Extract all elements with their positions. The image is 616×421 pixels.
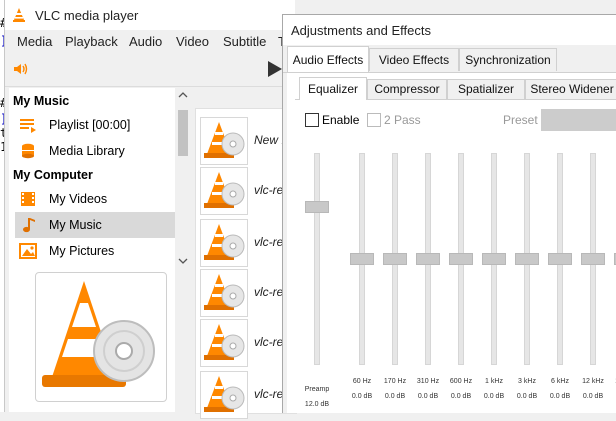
- band-slider-thumb[interactable]: [482, 253, 506, 265]
- tab-spatializer[interactable]: Spatializer: [447, 79, 525, 99]
- preamp-slider-track[interactable]: [314, 153, 320, 365]
- menu-audio[interactable]: Audio: [129, 34, 162, 49]
- sidebar-item-my-music[interactable]: My Music: [15, 212, 175, 238]
- band-slider-thumb[interactable]: [581, 253, 605, 265]
- audio-effects-panel: Equalizer Compressor Spatializer Stereo …: [287, 73, 616, 413]
- media-thumbnail[interactable]: [200, 219, 248, 267]
- band-gain-value: 0.0 dB: [483, 393, 505, 400]
- vlc-cone-thumbnail-icon: [204, 274, 245, 310]
- band-slider-thumb[interactable]: [548, 253, 572, 265]
- vlc-title-bar[interactable]: VLC media player: [5, 0, 295, 30]
- band-slider-thumb[interactable]: [383, 253, 407, 265]
- band-frequency-label: 600 Hz: [449, 378, 473, 385]
- preamp-value: 12.0 dB: [304, 401, 330, 408]
- vlc-cone-thumbnail-icon: [204, 224, 245, 260]
- band-frequency-label: 170 Hz: [383, 378, 407, 385]
- dialog-title: Adjustments and Effects: [291, 23, 431, 38]
- playlist-icon: [20, 119, 36, 133]
- sidebar-item-label: My Videos: [49, 192, 108, 206]
- toolbar-divider: [5, 86, 295, 87]
- band-frequency-label: 60 Hz: [352, 378, 372, 385]
- band-slider-thumb[interactable]: [515, 253, 539, 265]
- enable-label: Enable: [322, 113, 360, 127]
- chevron-down-icon[interactable]: [178, 258, 188, 264]
- sidebar-item-label: Media Library: [49, 144, 125, 158]
- tab-audio-effects[interactable]: Audio Effects: [287, 46, 369, 72]
- media-thumbnail[interactable]: [200, 319, 248, 367]
- band-slider-thumb[interactable]: [449, 253, 473, 265]
- vlc-cone-thumbnail-icon: [204, 376, 245, 412]
- sidebar-item-my-pictures[interactable]: My Pictures: [15, 238, 175, 264]
- vlc-cone-thumbnail-icon: [204, 122, 245, 158]
- preamp-slider-thumb[interactable]: [305, 200, 329, 213]
- preamp-label: Preamp: [304, 386, 330, 393]
- band-gain-value: 0.0 dB: [450, 393, 472, 400]
- scrollbar-thumb[interactable]: [178, 110, 188, 156]
- media-thumbnail[interactable]: [200, 167, 248, 215]
- dialog-title-bar[interactable]: Adjustments and Effects: [283, 15, 616, 45]
- sidebar-heading-my-computer: My Computer: [13, 168, 93, 182]
- band-gain-value: 0.0 dB: [608, 393, 616, 400]
- band-frequency-label: 14 kHz: [608, 378, 616, 385]
- vlc-menu-bar: Media Playback Audio Video Subtitle T: [5, 30, 295, 52]
- play-icon[interactable]: [267, 60, 283, 78]
- tab-video-effects[interactable]: Video Effects: [369, 48, 459, 71]
- tab-synchronization[interactable]: Synchronization: [459, 48, 557, 71]
- preset-label: Preset: [503, 113, 538, 127]
- sidebar-heading-my-music: My Music: [13, 94, 70, 108]
- vlc-toolbar: [5, 52, 295, 86]
- two-pass-label: 2 Pass: [384, 113, 421, 127]
- film-icon: [21, 192, 35, 206]
- vlc-window-title: VLC media player: [35, 8, 139, 23]
- tab-stereo-widener[interactable]: Stereo Widener: [525, 79, 616, 99]
- preset-dropdown[interactable]: [541, 109, 616, 131]
- band-slider-thumb[interactable]: [350, 253, 374, 265]
- tab-compressor[interactable]: Compressor: [367, 79, 447, 99]
- menu-video[interactable]: Video: [176, 34, 209, 49]
- sidebar-item-my-videos[interactable]: My Videos: [15, 186, 175, 212]
- album-art: [35, 272, 167, 402]
- media-thumbnail[interactable]: [200, 269, 248, 317]
- effects-tab-bar: Audio Effects Video Effects Synchronizat…: [283, 46, 616, 73]
- vlc-main-window: VLC media player Media Playback Audio Vi…: [4, 0, 297, 419]
- sidebar-item-playlist[interactable]: Playlist [00:00]: [15, 112, 175, 138]
- media-thumbnail[interactable]: [200, 117, 248, 165]
- picture-icon: [19, 243, 37, 259]
- band-frequency-label: 12 kHz: [582, 378, 604, 385]
- vlc-cone-icon: [13, 8, 25, 22]
- band-gain-value: 0.0 dB: [417, 393, 439, 400]
- vlc-cone-thumbnail-icon: [204, 324, 245, 360]
- adjustments-effects-dialog: Adjustments and Effects Audio Effects Vi…: [282, 14, 616, 413]
- band-gain-value: 0.0 dB: [351, 393, 373, 400]
- two-pass-checkbox[interactable]: [367, 113, 381, 127]
- media-library-icon: [22, 143, 34, 159]
- band-gain-value: 0.0 dB: [582, 393, 604, 400]
- music-note-icon: [23, 218, 35, 233]
- menu-subtitle[interactable]: Subtitle: [223, 34, 266, 49]
- band-frequency-label: 310 Hz: [416, 378, 440, 385]
- band-slider-thumb[interactable]: [416, 253, 440, 265]
- band-frequency-label: 6 kHz: [551, 378, 569, 385]
- sidebar-item-label: My Music: [49, 218, 102, 232]
- sidebar-scrollbar[interactable]: [175, 88, 191, 268]
- band-frequency-label: 1 kHz: [485, 378, 503, 385]
- vlc-cone-cd-icon: [42, 281, 155, 387]
- enable-checkbox[interactable]: [305, 113, 319, 127]
- vlc-cone-thumbnail-icon: [204, 172, 245, 208]
- volume-icon[interactable]: [13, 62, 29, 76]
- tab-equalizer[interactable]: Equalizer: [299, 77, 367, 100]
- menu-playback[interactable]: Playback: [65, 34, 118, 49]
- sidebar-item-media-library[interactable]: Media Library: [15, 138, 175, 164]
- band-gain-value: 0.0 dB: [549, 393, 571, 400]
- band-frequency-label: 3 kHz: [518, 378, 536, 385]
- menu-media[interactable]: Media: [17, 34, 52, 49]
- audio-subtab-bar: Equalizer Compressor Spatializer Stereo …: [295, 77, 616, 100]
- chevron-up-icon[interactable]: [178, 92, 188, 98]
- band-gain-value: 0.0 dB: [384, 393, 406, 400]
- sidebar-item-label: Playlist [00:00]: [49, 118, 131, 132]
- band-gain-value: 0.0 dB: [516, 393, 538, 400]
- sidebar-item-label: My Pictures: [49, 244, 115, 258]
